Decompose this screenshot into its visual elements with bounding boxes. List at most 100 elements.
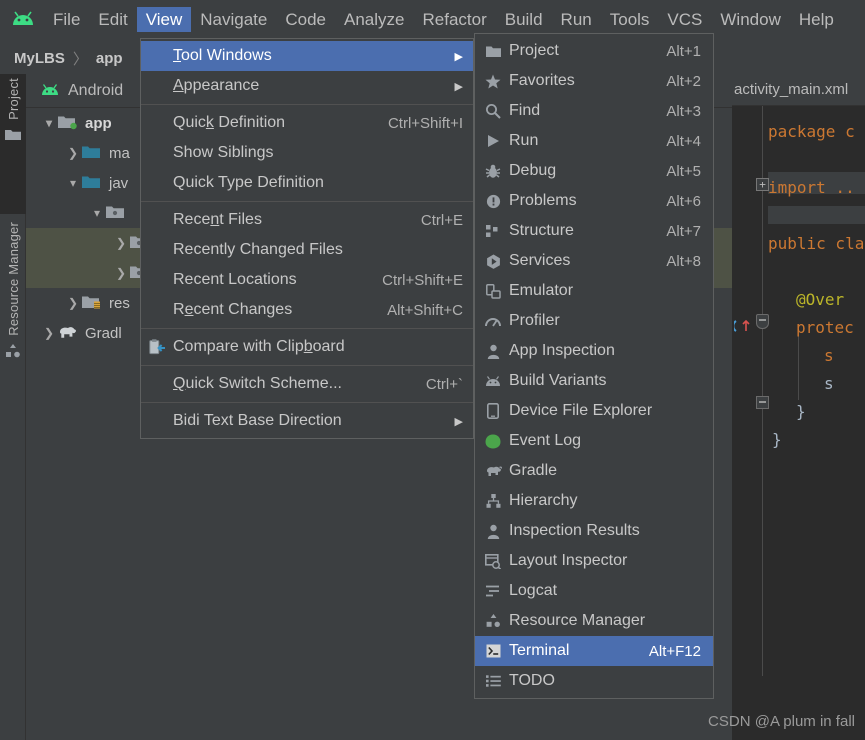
sidebar-tab-project[interactable]: Project — [0, 74, 26, 214]
editor-tab-bar: activity_main.xml — [732, 74, 865, 106]
tool-window-item-gradle[interactable]: Gradle — [475, 456, 713, 486]
view-menu-item-recent-files[interactable]: Recent Files Ctrl+E — [141, 205, 473, 235]
editor-code-area[interactable]: + package c import .. public cla @Over prote… — [732, 106, 865, 740]
tool-window-item-favorites[interactable]: Favorites Alt+2 — [475, 66, 713, 96]
menubar-item-tools[interactable]: Tools — [601, 7, 659, 32]
view-menu-item-label: Recent Changes — [173, 301, 293, 318]
view-menu-item-label: Show Siblings — [173, 144, 274, 161]
tool-window-item-problems[interactable]: Problems Alt+6 — [475, 186, 713, 216]
chevron-right-icon[interactable]: ❯ — [64, 146, 82, 160]
code-line: s — [824, 374, 834, 393]
hierarchy-icon — [483, 492, 503, 510]
editor-tab-activity-main-xml[interactable]: activity_main.xml — [734, 81, 848, 98]
menubar-item-build[interactable]: Build — [496, 7, 552, 32]
sidebar-tab-resource-manager-label: Resource Manager — [5, 222, 21, 336]
view-menu-item-label: Tool Windows — [173, 47, 272, 64]
menubar-item-navigate[interactable]: Navigate — [191, 7, 276, 32]
menubar-item-help[interactable]: Help — [790, 7, 843, 32]
tool-window-item-hierarchy[interactable]: Hierarchy — [475, 486, 713, 516]
chevron-down-icon[interactable]: ▾ — [40, 116, 58, 130]
menubar-item-file[interactable]: File — [44, 7, 89, 32]
code-token: s — [824, 346, 834, 365]
tool-window-item-profiler[interactable]: Profiler — [475, 306, 713, 336]
menubar-item-view[interactable]: View — [136, 6, 192, 32]
chevron-down-icon[interactable]: ▾ — [64, 176, 82, 190]
menu-separator — [141, 365, 473, 366]
tool-window-item-project[interactable]: Project Alt+1 — [475, 36, 713, 66]
menubar-item-analyze[interactable]: Analyze — [335, 7, 413, 32]
tool-window-item-label: Project — [509, 42, 559, 59]
tool-window-item-label: Logcat — [509, 582, 558, 599]
tool-window-item-app-inspection[interactable]: App Inspection — [475, 336, 713, 366]
tool-window-item-terminal[interactable]: Terminal Alt+F12 — [475, 636, 713, 666]
tool-window-item-logcat[interactable]: Logcat — [475, 576, 713, 606]
view-menu-item-recent-locations[interactable]: Recent Locations Ctrl+Shift+E — [141, 265, 473, 295]
tool-window-item-build-variants[interactable]: Build Variants — [475, 366, 713, 396]
view-menu-item-label: Appearance — [173, 77, 260, 94]
fold-collapse-end-icon[interactable] — [756, 396, 769, 409]
tool-window-item-emulator[interactable]: Emulator — [475, 276, 713, 306]
tool-window-item-shortcut: Alt+8 — [666, 252, 701, 270]
menubar-item-label: Code — [285, 9, 326, 29]
chevron-right-icon[interactable]: ❯ — [112, 236, 130, 250]
tool-window-item-structure[interactable]: Structure Alt+7 — [475, 216, 713, 246]
menubar-item-label: Window — [720, 9, 781, 29]
tool-window-item-find[interactable]: Find Alt+3 — [475, 96, 713, 126]
chevron-down-icon[interactable]: ▾ — [88, 206, 106, 220]
indent-guide — [798, 336, 799, 400]
tool-window-item-resource-manager[interactable]: Resource Manager — [475, 606, 713, 636]
view-menu-item-recently-changed-files[interactable]: Recently Changed Files — [141, 235, 473, 265]
view-menu-item-show-siblings[interactable]: Show Siblings — [141, 138, 473, 168]
inspection-person-icon — [483, 522, 503, 540]
code-line: package c — [768, 122, 855, 141]
code-token: @Over — [796, 290, 845, 309]
tool-window-item-layout-inspector[interactable]: Layout Inspector — [475, 546, 713, 576]
view-menu-item-label: Compare with Clipboard — [173, 338, 345, 355]
menubar-item-label: Edit — [98, 9, 128, 29]
android-head-icon — [40, 84, 60, 97]
fold-collapse-method-icon[interactable] — [756, 314, 769, 329]
view-menu-item-quick-switch-scheme[interactable]: Quick Switch Scheme... Ctrl+` — [141, 369, 473, 399]
view-menu-item-bidi-text-base-direction[interactable]: Bidi Text Base Direction ▶ — [141, 406, 473, 436]
gradle-elephant-icon — [58, 325, 78, 341]
view-menu-item-appearance[interactable]: Appearance ▶ — [141, 71, 473, 101]
tool-window-item-inspection-results[interactable]: Inspection Results — [475, 516, 713, 546]
view-menu-item-recent-changes[interactable]: Recent Changes Alt+Shift+C — [141, 295, 473, 325]
view-menu-item-quick-type-definition[interactable]: Quick Type Definition — [141, 168, 473, 198]
tool-window-item-shortcut: Alt+4 — [666, 132, 701, 150]
tool-window-item-label: Find — [509, 102, 541, 119]
view-menu-item-tool-windows[interactable]: Tool Windows ▶ — [141, 41, 473, 71]
tool-window-item-device-file-explorer[interactable]: Device File Explorer — [475, 396, 713, 426]
menubar-item-window[interactable]: Window — [711, 7, 789, 32]
tool-window-item-shortcut: Alt+3 — [666, 102, 701, 120]
menubar-item-vcs[interactable]: VCS — [658, 7, 711, 32]
tool-window-item-label: Problems — [509, 192, 577, 209]
view-menu-item-shortcut: Ctrl+Shift+E — [382, 271, 463, 289]
menubar-item-refactor[interactable]: Refactor — [413, 7, 495, 32]
menubar-item-label: Analyze — [344, 9, 405, 29]
menubar-item-code[interactable]: Code — [276, 7, 335, 32]
view-menu-item-quick-definition[interactable]: Quick Definition Ctrl+Shift+I — [141, 108, 473, 138]
menubar-item-label: Tools — [609, 9, 650, 29]
services-play-icon — [483, 252, 503, 270]
tool-window-item-event-log[interactable]: Event Log — [475, 426, 713, 456]
chevron-right-icon[interactable]: ❯ — [64, 296, 82, 310]
override-gutter-marker-icon[interactable] — [734, 318, 754, 334]
tool-window-item-run[interactable]: Run Alt+4 — [475, 126, 713, 156]
tool-window-item-services[interactable]: Services Alt+8 — [475, 246, 713, 276]
blank-line-highlight — [768, 206, 865, 224]
sidebar-tab-resource-manager[interactable]: Resource Manager — [0, 218, 26, 408]
breadcrumb-item-project[interactable]: MyLBS — [14, 50, 65, 67]
chevron-right-icon[interactable]: ❯ — [40, 326, 58, 340]
code-line: } — [796, 402, 806, 421]
chevron-right-icon[interactable]: ❯ — [112, 266, 130, 280]
view-menu-item-compare-with-clipboard[interactable]: Compare with Clipboard — [141, 332, 473, 362]
resource-manager-icon — [483, 612, 503, 630]
breadcrumb-item-module[interactable]: app — [96, 50, 123, 67]
view-menu-item-shortcut: Ctrl+Shift+I — [387, 114, 463, 132]
menubar-item-run[interactable]: Run — [552, 7, 601, 32]
tool-window-item-todo[interactable]: TODO — [475, 666, 713, 696]
tool-window-item-label: TODO — [509, 672, 555, 689]
tool-window-item-debug[interactable]: Debug Alt+5 — [475, 156, 713, 186]
menubar-item-edit[interactable]: Edit — [89, 7, 136, 32]
